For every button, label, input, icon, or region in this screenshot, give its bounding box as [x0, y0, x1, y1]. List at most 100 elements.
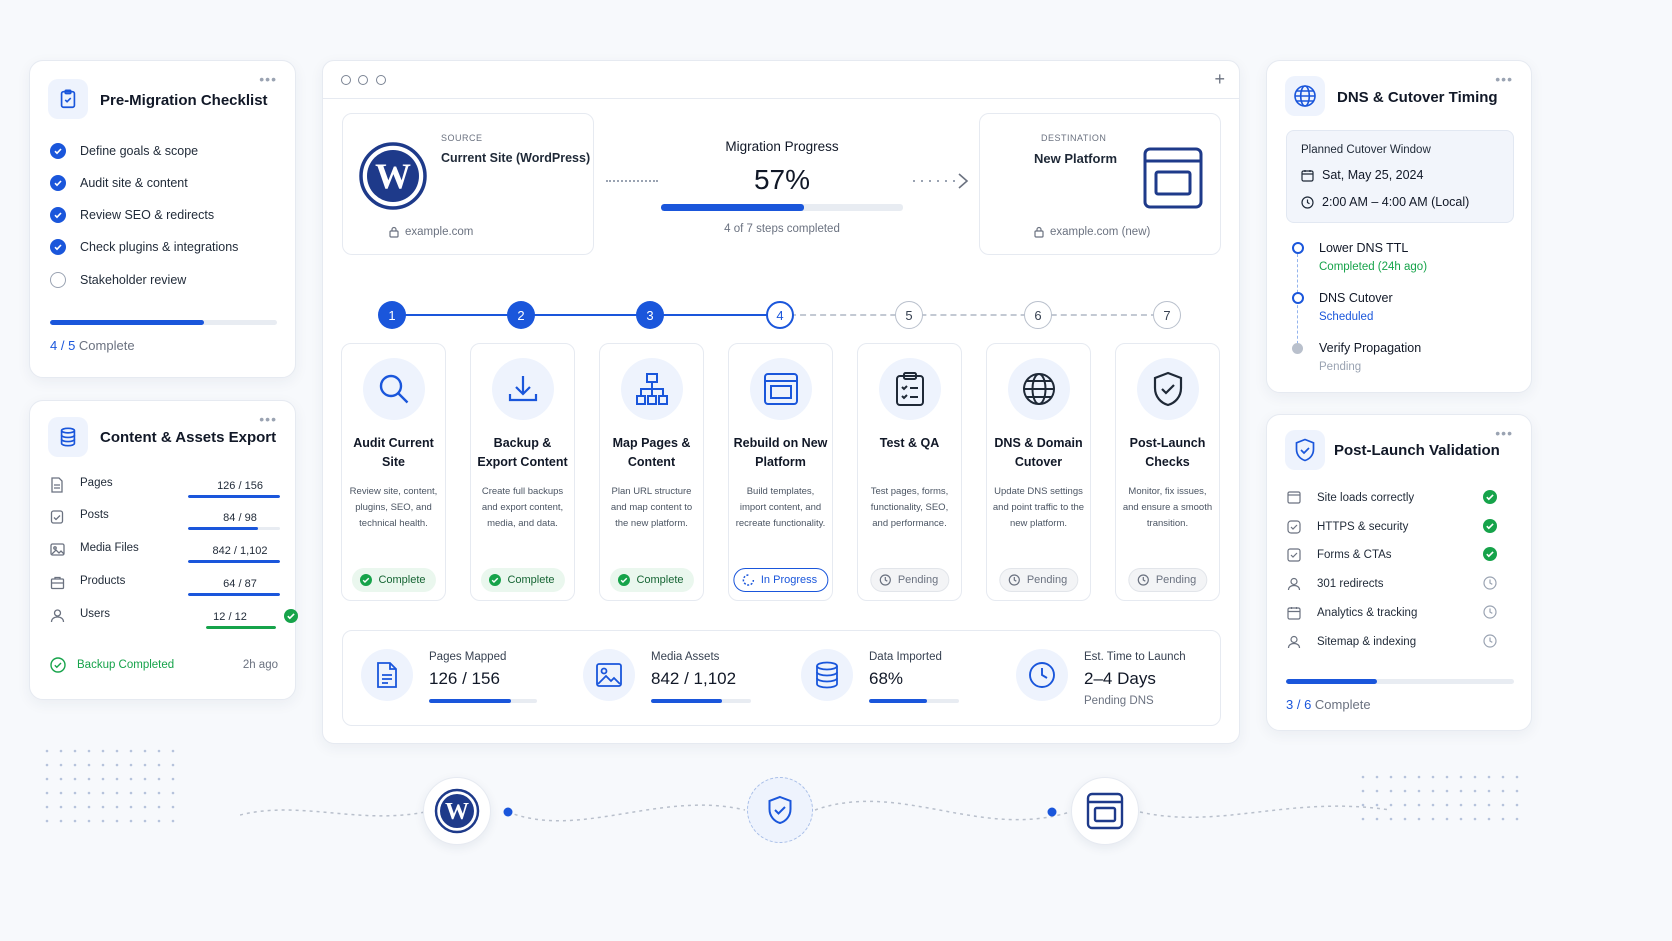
validation-row: 301 redirects — [1287, 575, 1497, 597]
clipboard-check-icon — [48, 79, 88, 119]
status-badge-complete: Complete — [480, 568, 565, 592]
checklist-item[interactable]: Check plugins & integrations — [50, 239, 238, 255]
page-icon — [50, 477, 64, 493]
window-control-dot[interactable] — [376, 75, 386, 85]
checklist-item[interactable]: Audit site & content — [50, 175, 188, 191]
success-check-icon — [284, 609, 298, 623]
success-check-icon — [359, 574, 372, 586]
step-card-dns[interactable]: DNS & Domain Cutover Update DNS settings… — [986, 343, 1091, 601]
success-check-icon — [488, 574, 501, 586]
globe-icon — [1285, 76, 1325, 116]
spinner-icon — [742, 574, 754, 586]
shield-check-icon — [1137, 358, 1199, 420]
add-tab-icon[interactable]: + — [1214, 69, 1225, 90]
window-control-dot[interactable] — [341, 75, 351, 85]
progress-title: Migration Progress — [725, 139, 839, 154]
checklist-item[interactable]: Define goals & scope — [50, 143, 198, 159]
more-options-icon[interactable]: ••• — [1495, 71, 1513, 87]
stat-pages-mapped: Pages Mapped 126 / 156 — [343, 631, 563, 725]
clock-icon — [1483, 605, 1497, 619]
document-icon — [361, 649, 413, 701]
destination-caption: DESTINATION — [1041, 133, 1107, 143]
backup-status: Backup Completed 2h ago — [50, 657, 278, 675]
card-title: Content & Assets Export — [100, 429, 277, 446]
more-options-icon[interactable]: ••• — [259, 71, 277, 87]
calendar-icon — [1287, 606, 1301, 620]
stat-data-imported: Data Imported 68% — [783, 631, 1003, 725]
step-indicator-7[interactable]: 7 — [1153, 301, 1181, 329]
step-indicator-3[interactable]: 3 — [636, 301, 664, 329]
download-icon — [492, 358, 554, 420]
wordpress-logo-icon: W — [423, 777, 491, 845]
asset-row-posts: Posts 84 / 98 — [50, 507, 280, 537]
validation-row: HTTPS & security — [1287, 518, 1497, 540]
step-indicator-1[interactable]: 1 — [378, 301, 406, 329]
step-indicator-6[interactable]: 6 — [1024, 301, 1052, 329]
status-badge-pending: Pending — [869, 568, 950, 592]
user-icon — [1287, 577, 1301, 591]
checklist-item-label: Review SEO & redirects — [80, 208, 215, 222]
more-options-icon[interactable]: ••• — [259, 411, 277, 427]
success-outline-check-icon — [50, 657, 66, 673]
shield-icon — [1287, 520, 1301, 534]
step-card-audit[interactable]: Audit Current Site Review site, content,… — [341, 343, 446, 601]
step-card-post-launch[interactable]: Post-Launch Checks Monitor, fix issues, … — [1115, 343, 1220, 601]
card-title: DNS & Cutover Timing — [1337, 89, 1498, 106]
stepper-line-complete — [392, 314, 780, 316]
stat-media-assets: Media Assets 842 / 1,102 — [565, 631, 785, 725]
step-card-backup[interactable]: Backup & Export Content Create full back… — [470, 343, 575, 601]
search-icon — [363, 358, 425, 420]
checkbox-icon — [1287, 548, 1301, 562]
decorative-dot-grid — [45, 749, 175, 823]
step-indicator-5[interactable]: 5 — [895, 301, 923, 329]
validation-progress-count: 3 / 6 Complete — [1286, 697, 1371, 712]
checklist-item[interactable]: Stakeholder review — [50, 272, 186, 288]
status-badge-complete: Complete — [609, 568, 694, 592]
cutover-window-box: Planned Cutover Window Sat, May 25, 2024… — [1286, 130, 1514, 223]
checked-circle-icon — [50, 239, 66, 255]
window-titlebar: + — [323, 61, 1239, 99]
lock-icon — [389, 226, 399, 238]
posts-icon — [50, 509, 64, 525]
checked-circle-icon — [50, 143, 66, 159]
checklist-item-label: Define goals & scope — [80, 144, 199, 158]
clock-icon — [879, 574, 891, 586]
checklist-item[interactable]: Review SEO & redirects — [50, 207, 214, 223]
clock-icon — [1137, 574, 1149, 586]
success-check-icon — [1483, 519, 1497, 533]
clock-icon — [1016, 649, 1068, 701]
source-name: Current Site (WordPress) — [441, 151, 591, 165]
clock-icon — [1301, 196, 1314, 209]
source-site-card: W SOURCE Current Site (WordPress) exampl… — [342, 113, 594, 255]
destination-site-card: DESTINATION New Platform example.com (ne… — [979, 113, 1221, 255]
timeline-node-done — [1292, 242, 1304, 254]
step-indicator-2[interactable]: 2 — [507, 301, 535, 329]
step-card-map[interactable]: Map Pages & Content Plan URL structure a… — [599, 343, 704, 601]
lock-icon — [1034, 226, 1044, 238]
clock-icon — [1008, 574, 1020, 586]
checklist-item-label: Stakeholder review — [80, 273, 187, 287]
post-launch-validation-card: ••• Post-Launch Validation Site loads co… — [1266, 414, 1532, 731]
shield-check-icon — [1285, 430, 1325, 470]
step-card-test[interactable]: Test & QA Test pages, forms, functionali… — [857, 343, 962, 601]
svg-text:W: W — [375, 156, 411, 196]
dns-cutover-card: ••• DNS & Cutover Timing Planned Cutover… — [1266, 60, 1532, 393]
browser-window-icon — [1071, 777, 1139, 845]
asset-row-users: Users 12 / 12 — [50, 606, 298, 636]
checked-circle-icon — [50, 175, 66, 191]
content-assets-export-card: ••• Content & Assets Export Pages 126 / … — [29, 400, 298, 700]
empty-circle-icon — [50, 272, 66, 288]
card-title: Pre-Migration Checklist — [100, 92, 268, 109]
more-options-icon[interactable]: ••• — [1495, 425, 1513, 441]
window-control-dot[interactable] — [358, 75, 368, 85]
user-icon — [50, 608, 65, 623]
success-check-icon — [617, 574, 630, 586]
status-badge-pending: Pending — [1127, 568, 1208, 592]
validation-row: Site loads correctly — [1287, 489, 1497, 511]
step-card-rebuild[interactable]: Rebuild on New Platform Build templates,… — [728, 343, 833, 601]
status-badge-in-progress: In Progress — [732, 568, 829, 592]
dotted-arrow-connector — [911, 171, 973, 191]
card-title: Post-Launch Validation — [1334, 442, 1500, 459]
step-indicator-4[interactable]: 4 — [766, 301, 794, 329]
sitemap-icon — [621, 358, 683, 420]
